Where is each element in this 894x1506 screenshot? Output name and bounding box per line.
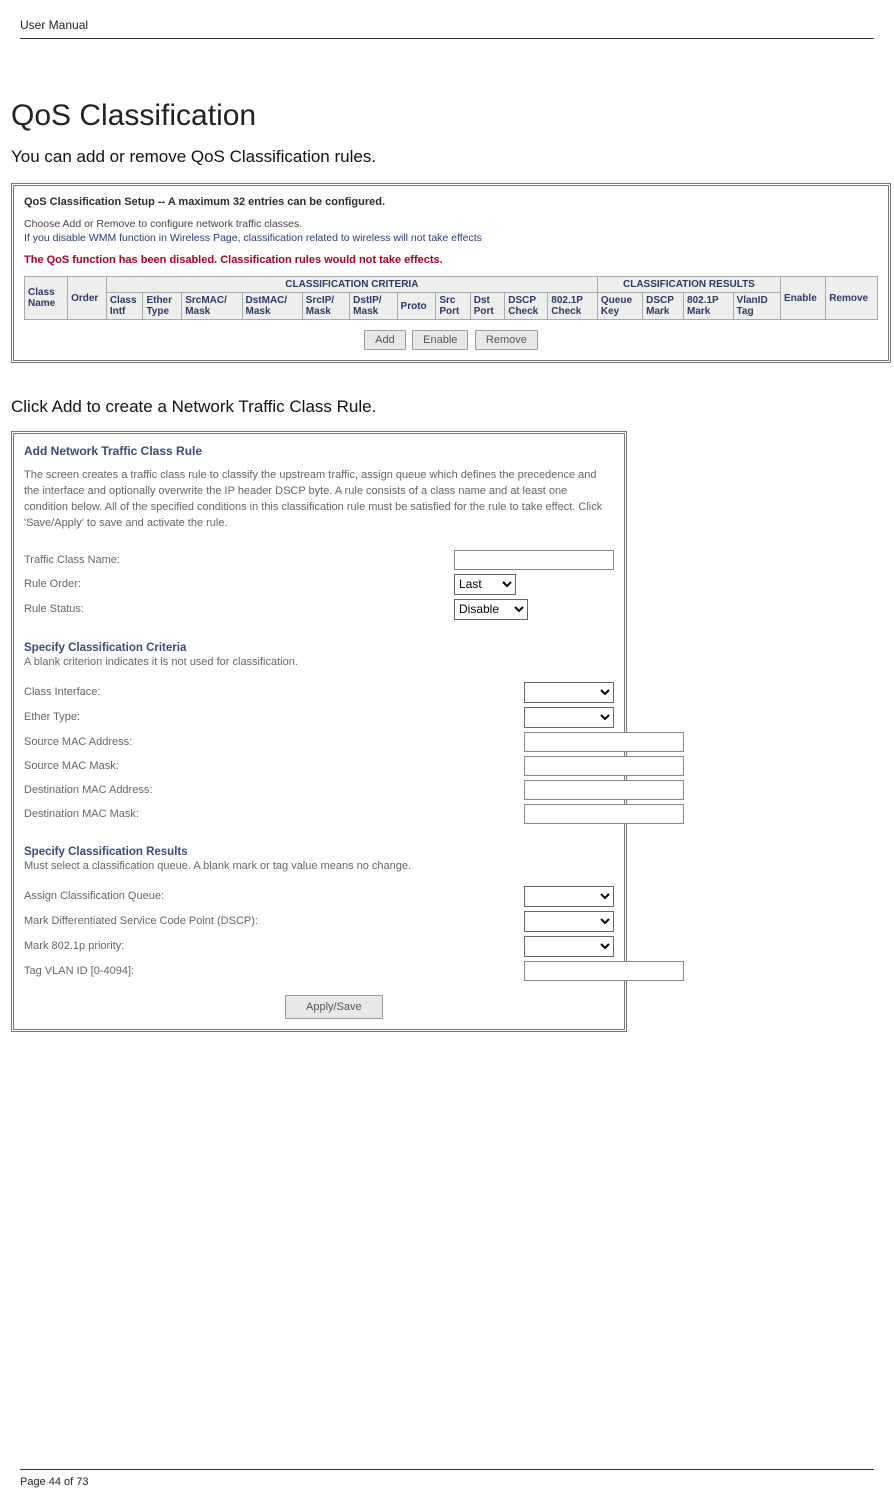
- qos-setup-panel: QoS Classification Setup -- A maximum 32…: [11, 183, 891, 363]
- dst-mac-input[interactable]: [524, 780, 684, 800]
- row-rule-status: Rule Status: Disable: [24, 599, 614, 620]
- label-mark-8021p: Mark 802.1p priority:: [24, 940, 524, 952]
- results-sub: Must select a classification queue. A bl…: [24, 860, 614, 872]
- label-rule-order: Rule Order:: [24, 578, 454, 590]
- panel1-warning: The QoS function has been disabled. Clas…: [24, 254, 878, 266]
- label-src-mask: Source MAC Mask:: [24, 760, 524, 772]
- assign-queue-select[interactable]: [524, 886, 614, 907]
- row-ether-type: Ether Type:: [24, 707, 614, 728]
- page-title: QoS Classification: [11, 99, 874, 133]
- col-dscp-check: DSCP Check: [505, 293, 548, 320]
- col-srcip: SrcIP/ Mask: [302, 293, 349, 320]
- mark-8021p-select[interactable]: [524, 936, 614, 957]
- footer-divider: [20, 1469, 874, 1470]
- row-mark-dscp: Mark Differentiated Service Code Point (…: [24, 911, 614, 932]
- col-8021p-mark: 802.1P Mark: [684, 293, 734, 320]
- criteria-heading: Specify Classification Criteria: [24, 642, 614, 654]
- table-group-row: Class Name Order CLASSIFICATION CRITERIA…: [25, 277, 878, 293]
- ether-type-select[interactable]: [524, 707, 614, 728]
- col-order: Order: [68, 277, 107, 320]
- src-mask-input[interactable]: [524, 756, 684, 776]
- enable-button[interactable]: Enable: [412, 330, 468, 350]
- panel2-button-row: Apply/Save: [24, 995, 614, 1019]
- col-dstport: Dst Port: [470, 293, 504, 320]
- row-tag-vlan: Tag VLAN ID [0-4094]:: [24, 961, 614, 981]
- mark-dscp-select[interactable]: [524, 911, 614, 932]
- row-src-mac: Source MAC Address:: [24, 732, 614, 752]
- col-dstip: DstIP/ Mask: [350, 293, 397, 320]
- header-label: User Manual: [20, 18, 874, 38]
- panel2-title: Add Network Traffic Class Rule: [24, 444, 614, 458]
- col-dscp-mark: DSCP Mark: [643, 293, 684, 320]
- row-rule-order: Rule Order: Last: [24, 574, 614, 595]
- row-mark-8021p: Mark 802.1p priority:: [24, 936, 614, 957]
- section-intro: You can add or remove QoS Classification…: [11, 147, 874, 167]
- group-results: CLASSIFICATION RESULTS: [597, 277, 780, 293]
- rule-status-select[interactable]: Disable: [454, 599, 528, 620]
- label-assign-queue: Assign Classification Queue:: [24, 890, 524, 902]
- col-srcmac: SrcMAC/ Mask: [182, 293, 242, 320]
- group-criteria: CLASSIFICATION CRITERIA: [106, 277, 597, 293]
- row-traffic-class-name: Traffic Class Name:: [24, 550, 614, 570]
- col-dstmac: DstMAC/ Mask: [242, 293, 302, 320]
- col-enable: Enable: [780, 277, 825, 320]
- header-divider: [20, 38, 874, 39]
- col-proto: Proto: [397, 293, 436, 320]
- apply-save-button[interactable]: Apply/Save: [285, 995, 383, 1019]
- src-mac-input[interactable]: [524, 732, 684, 752]
- remove-button[interactable]: Remove: [475, 330, 538, 350]
- instruction-text: Click Add to create a Network Traffic Cl…: [11, 397, 874, 417]
- panel1-button-row: Add Enable Remove: [24, 330, 878, 350]
- col-class-name: Class Name: [25, 277, 68, 320]
- col-vlanid-tag: VlanID Tag: [733, 293, 780, 320]
- label-tag-vlan: Tag VLAN ID [0-4094]:: [24, 965, 524, 977]
- row-assign-queue: Assign Classification Queue:: [24, 886, 614, 907]
- col-8021p-check: 802.1P Check: [548, 293, 598, 320]
- row-class-interface: Class Interface:: [24, 682, 614, 703]
- tag-vlan-input[interactable]: [524, 961, 684, 981]
- col-srcport: Src Port: [436, 293, 470, 320]
- footer: Page 44 of 73: [20, 1469, 874, 1488]
- label-src-mac: Source MAC Address:: [24, 736, 524, 748]
- panel1-line1: Choose Add or Remove to configure networ…: [24, 218, 878, 230]
- panel1-heading: QoS Classification Setup -- A maximum 32…: [24, 196, 878, 208]
- classification-table: Class Name Order CLASSIFICATION CRITERIA…: [24, 276, 878, 320]
- add-rule-panel: Add Network Traffic Class Rule The scree…: [11, 431, 627, 1032]
- label-mark-dscp: Mark Differentiated Service Code Point (…: [24, 915, 524, 927]
- table-header-row: Class Intf Ether Type SrcMAC/ Mask DstMA…: [25, 293, 878, 320]
- row-src-mask: Source MAC Mask:: [24, 756, 614, 776]
- traffic-class-name-input[interactable]: [454, 550, 614, 570]
- label-dst-mac: Destination MAC Address:: [24, 784, 524, 796]
- panel1-line2: If you disable WMM function in Wireless …: [24, 232, 878, 244]
- results-heading: Specify Classification Results: [24, 846, 614, 858]
- class-interface-select[interactable]: [524, 682, 614, 703]
- label-dst-mask: Destination MAC Mask:: [24, 808, 524, 820]
- col-ether-type: Ether Type: [143, 293, 182, 320]
- row-dst-mac: Destination MAC Address:: [24, 780, 614, 800]
- col-remove: Remove: [826, 277, 878, 320]
- panel2-desc: The screen creates a traffic class rule …: [24, 468, 614, 532]
- col-class-intf: Class Intf: [106, 293, 143, 320]
- criteria-sub: A blank criterion indicates it is not us…: [24, 656, 614, 668]
- row-dst-mask: Destination MAC Mask:: [24, 804, 614, 824]
- col-queue-key: Queue Key: [597, 293, 642, 320]
- label-rule-status: Rule Status:: [24, 603, 454, 615]
- label-class-interface: Class Interface:: [24, 686, 524, 698]
- label-traffic-class-name: Traffic Class Name:: [24, 554, 454, 566]
- page-number: Page 44 of 73: [20, 1476, 874, 1488]
- label-ether-type: Ether Type:: [24, 711, 524, 723]
- add-button[interactable]: Add: [364, 330, 406, 350]
- dst-mask-input[interactable]: [524, 804, 684, 824]
- rule-order-select[interactable]: Last: [454, 574, 516, 595]
